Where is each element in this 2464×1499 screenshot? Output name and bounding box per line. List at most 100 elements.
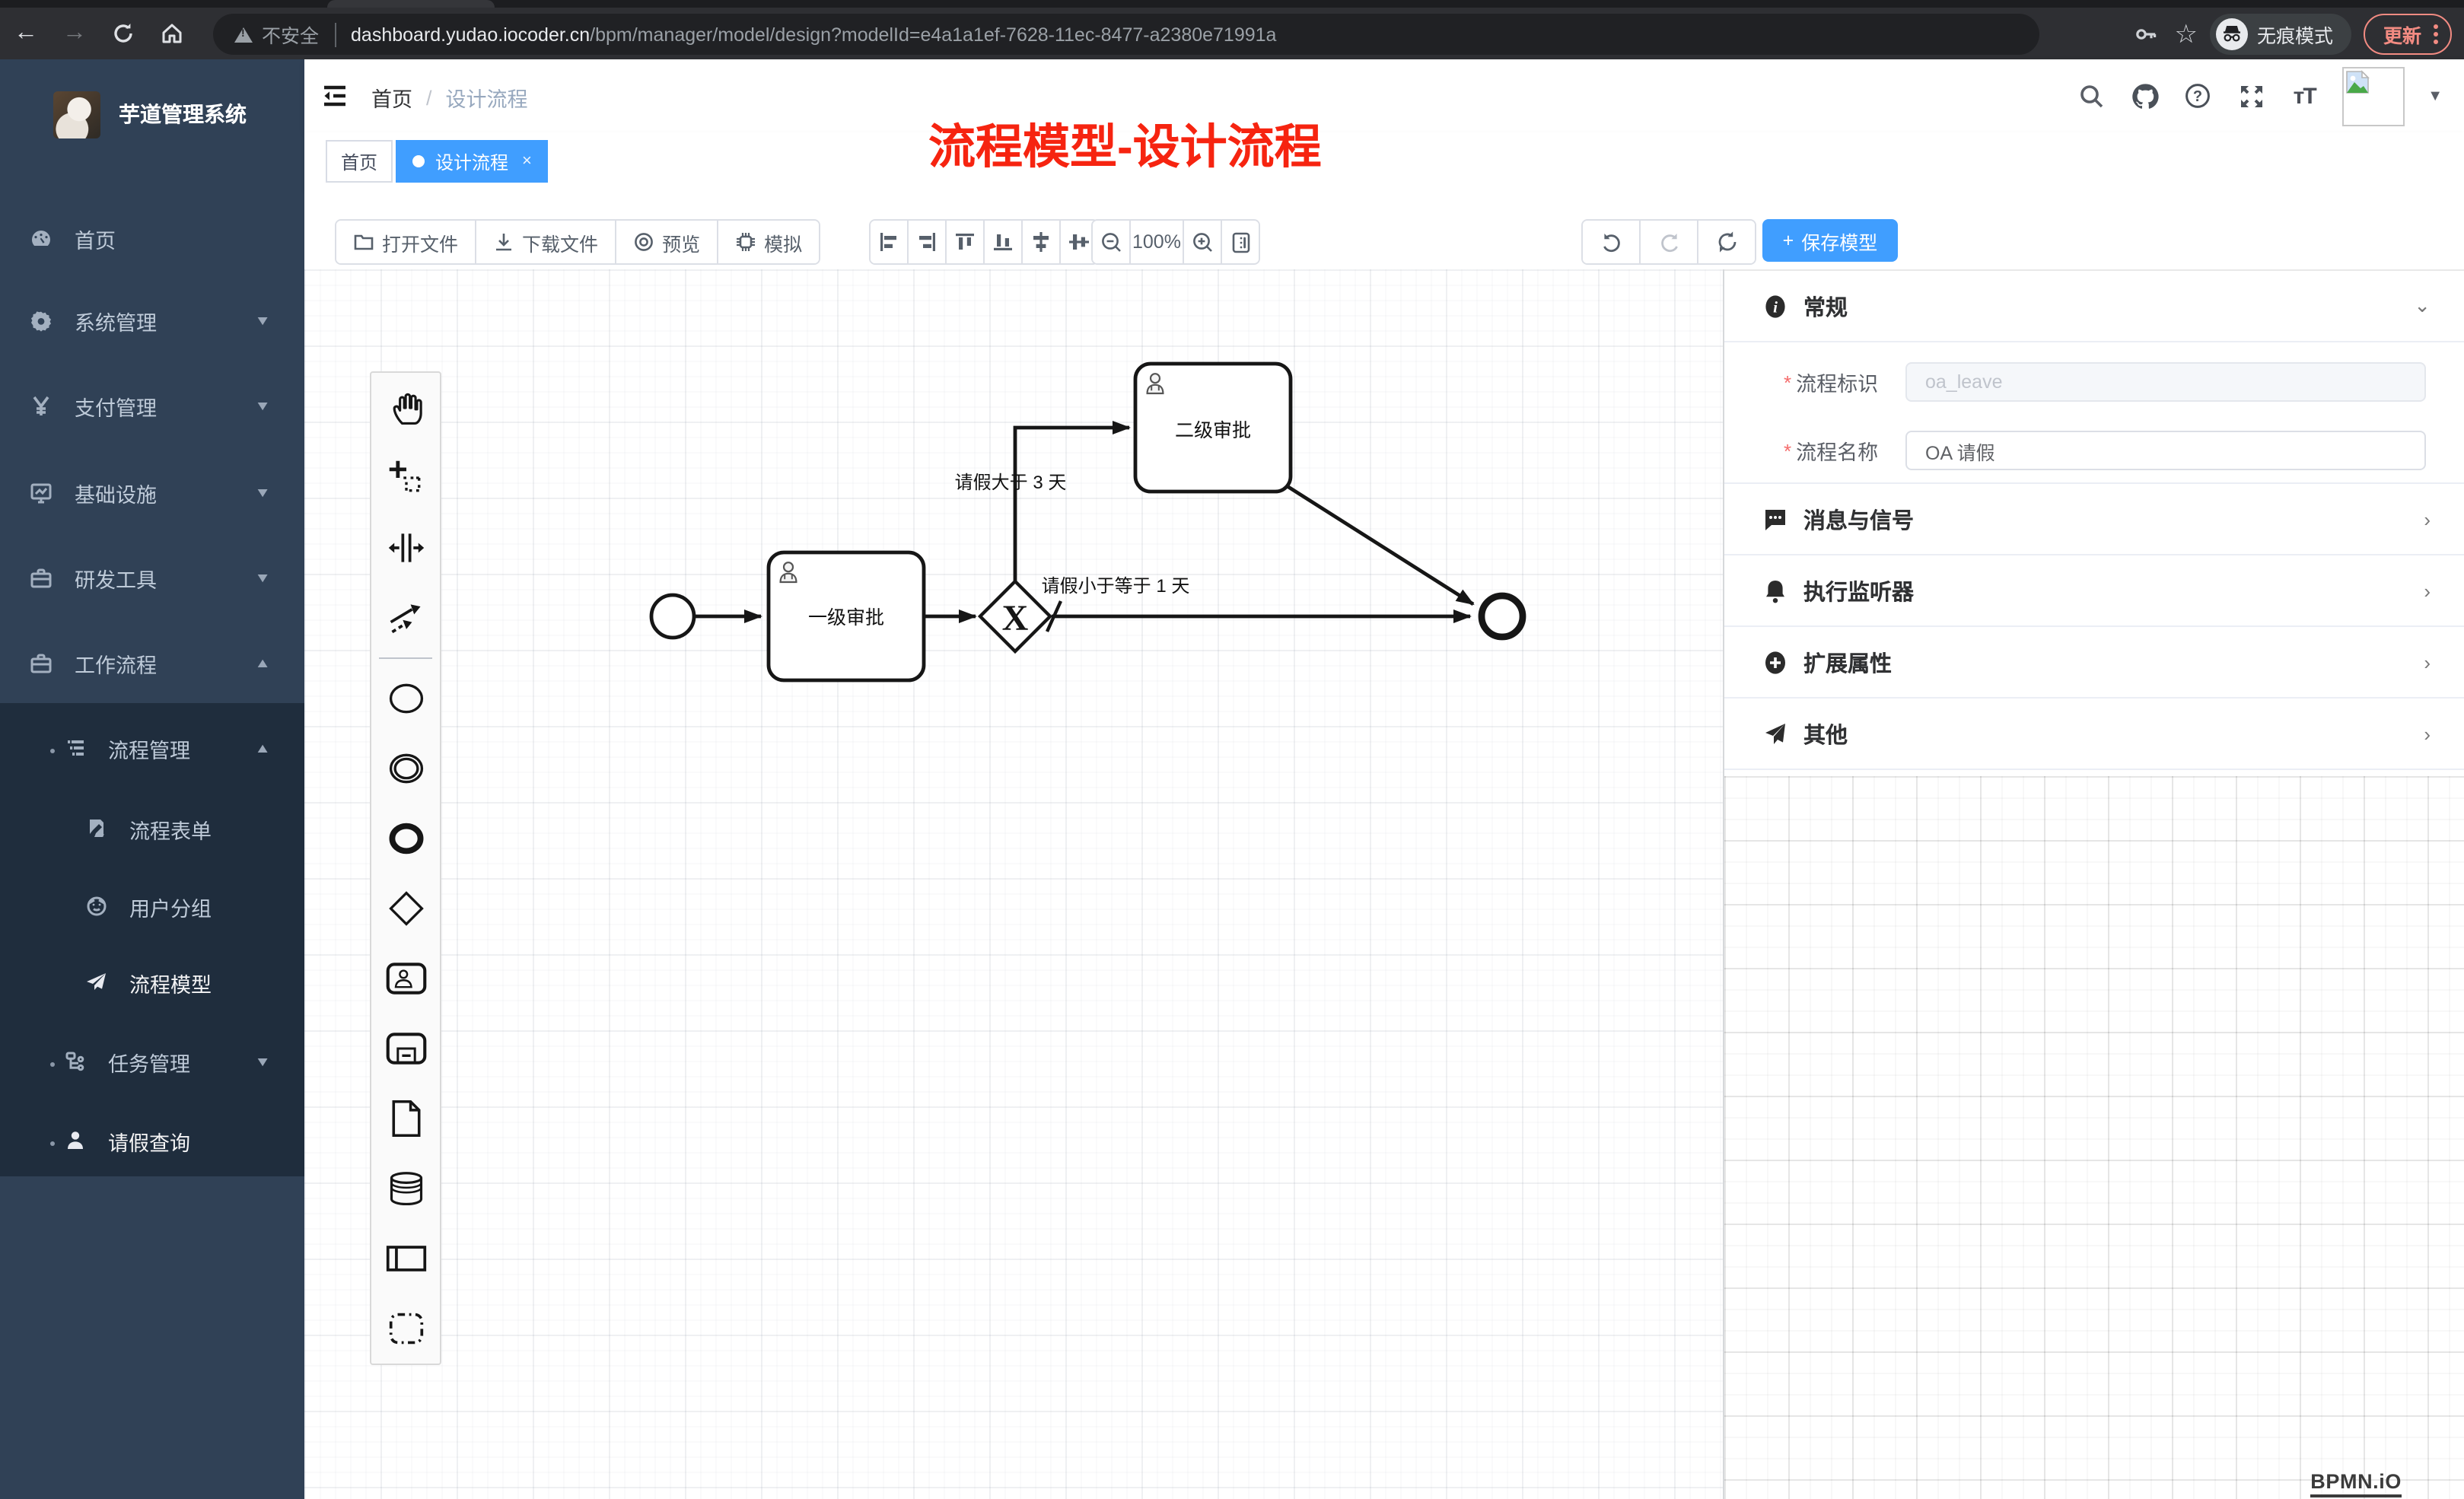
- avatar[interactable]: [2342, 66, 2405, 126]
- group-icon[interactable]: [371, 1294, 440, 1364]
- section-extended-attributes[interactable]: 扩展属性 ›: [1724, 627, 2464, 699]
- navbar-actions: ? тT ▼: [2076, 59, 2443, 132]
- bpmn-io-watermark[interactable]: BPMN.iO: [2310, 1470, 2402, 1497]
- flow-gateway-to-task2[interactable]: [1015, 428, 1129, 583]
- zoom-reset-icon[interactable]: [1222, 221, 1259, 263]
- data-store-icon[interactable]: [371, 1154, 440, 1224]
- sidebar-item-process-mgmt[interactable]: 流程管理 ▲: [0, 706, 304, 790]
- app-logo-row[interactable]: 芋道管理系统: [0, 72, 304, 157]
- process-name-row: * 流程名称 OA 请假: [1724, 431, 2464, 470]
- zoom-in-icon[interactable]: [1184, 221, 1222, 263]
- sidebar-item-process-form[interactable]: 流程表单: [0, 787, 304, 870]
- sidebar-item-user-group[interactable]: 用户分组: [0, 864, 304, 948]
- task-first-approval[interactable]: 一级审批: [769, 552, 924, 680]
- participant-pool-icon[interactable]: [371, 1224, 440, 1294]
- fullscreen-icon[interactable]: [2236, 81, 2266, 111]
- simulate-button[interactable]: 模拟: [718, 221, 819, 263]
- bpmn-diagram: 一级审批 X 二级审批 请假大于 3 天 请假小于等于 1 天: [304, 269, 1723, 1499]
- password-key-icon[interactable]: [2131, 19, 2162, 49]
- forward-icon[interactable]: →: [52, 14, 97, 53]
- browser-menu-icon[interactable]: [2434, 24, 2438, 44]
- data-object-icon[interactable]: [371, 1084, 440, 1154]
- search-icon[interactable]: [2076, 81, 2106, 111]
- paper-plane-icon: [84, 970, 108, 995]
- help-icon[interactable]: ?: [2182, 81, 2213, 111]
- gateway-icon[interactable]: [371, 874, 440, 944]
- sidebar-item-process-model[interactable]: 流程模型: [0, 940, 304, 1024]
- home-icon[interactable]: [149, 14, 195, 53]
- end-event-icon[interactable]: [371, 804, 440, 874]
- space-tool-icon[interactable]: [371, 513, 440, 583]
- security-warning-icon[interactable]: [234, 27, 253, 42]
- update-button[interactable]: 更新: [2364, 14, 2452, 55]
- section-execution-listener[interactable]: 执行监听器 ›: [1724, 555, 2464, 627]
- process-key-input[interactable]: oa_leave: [1905, 362, 2426, 402]
- user-task-icon[interactable]: [371, 944, 440, 1014]
- align-top-icon[interactable]: [947, 221, 985, 263]
- gateway-x-label: X: [1002, 598, 1029, 638]
- flow-task2-to-end[interactable]: [1286, 485, 1473, 604]
- incognito-label: 无痕模式: [2257, 20, 2333, 49]
- zoom-level[interactable]: 100%: [1131, 221, 1184, 263]
- align-right-icon[interactable]: [909, 221, 947, 263]
- font-size-icon[interactable]: тT: [2289, 81, 2319, 111]
- align-bottom-icon[interactable]: [985, 221, 1023, 263]
- restart-icon[interactable]: [1698, 221, 1755, 263]
- exclusive-gateway[interactable]: X: [980, 581, 1050, 651]
- sidebar-item-devtools[interactable]: 研发工具 ▼: [0, 536, 304, 619]
- section-other[interactable]: 其他 ›: [1724, 699, 2464, 770]
- close-tab-icon[interactable]: ×: [522, 152, 532, 170]
- sidebar-item-label: 研发工具: [75, 562, 157, 593]
- section-title: 消息与信号: [1803, 503, 1914, 535]
- back-icon[interactable]: ←: [3, 14, 49, 53]
- section-general[interactable]: i 常规 ⌄: [1724, 271, 2464, 342]
- breadcrumb-home[interactable]: 首页: [371, 82, 412, 113]
- bell-icon: [1762, 578, 1788, 603]
- zoom-out-icon[interactable]: [1093, 221, 1131, 263]
- security-label[interactable]: 不安全: [262, 20, 319, 49]
- github-icon[interactable]: [2129, 81, 2160, 111]
- tab-home[interactable]: 首页: [326, 140, 393, 183]
- collapse-sidebar-icon[interactable]: [320, 81, 350, 111]
- chevron-right-icon[interactable]: ›: [2424, 651, 2431, 673]
- task-second-approval[interactable]: 二级审批: [1135, 364, 1291, 492]
- avatar-caret-icon[interactable]: ▼: [2427, 88, 2443, 104]
- sidebar-item-workflow[interactable]: 工作流程 ▲: [0, 621, 304, 705]
- section-message-signal[interactable]: 消息与信号 ›: [1724, 484, 2464, 555]
- subprocess-icon[interactable]: [371, 1014, 440, 1084]
- intermediate-event-icon[interactable]: [371, 734, 440, 804]
- chevron-right-icon[interactable]: ›: [2424, 722, 2431, 745]
- save-model-button[interactable]: + 保存模型: [1762, 219, 1898, 262]
- download-file-button[interactable]: 下载文件: [476, 221, 616, 263]
- sidebar-item-payment[interactable]: 支付管理 ▼: [0, 364, 304, 447]
- lasso-tool-icon[interactable]: [371, 443, 440, 513]
- global-connect-tool-icon[interactable]: [371, 583, 440, 653]
- sidebar-item-system[interactable]: 系统管理 ▼: [0, 278, 304, 362]
- align-center-horizontal-icon[interactable]: [1023, 221, 1061, 263]
- tab-design-process[interactable]: 设计流程 ×: [396, 140, 549, 183]
- end-event[interactable]: [1482, 596, 1523, 637]
- start-event-icon[interactable]: [371, 664, 440, 734]
- undo-icon[interactable]: [1583, 221, 1641, 263]
- bookmark-star-icon[interactable]: ☆: [2174, 19, 2198, 49]
- chevron-right-icon[interactable]: ›: [2424, 579, 2431, 602]
- process-key-row: * 流程标识 oa_leave: [1724, 362, 2464, 402]
- chevron-right-icon[interactable]: ›: [2424, 508, 2431, 530]
- sidebar-item-home[interactable]: 首页: [0, 196, 304, 280]
- sidebar-item-leave-query[interactable]: 请假查询: [0, 1099, 304, 1182]
- bpmn-canvas[interactable]: 一级审批 X 二级审批 请假大于 3 天 请假小于等于 1 天: [304, 269, 1723, 1499]
- chevron-down-icon[interactable]: ⌄: [2414, 294, 2431, 318]
- open-file-button[interactable]: 打开文件: [336, 221, 476, 263]
- sidebar-item-infra[interactable]: 基础设施 ▼: [0, 450, 304, 534]
- preview-button[interactable]: 预览: [616, 221, 718, 263]
- sidebar-item-task-mgmt[interactable]: 任务管理 ▼: [0, 1020, 304, 1103]
- align-left-icon[interactable]: [871, 221, 909, 263]
- process-name-input[interactable]: OA 请假: [1905, 431, 2426, 470]
- reload-icon[interactable]: [100, 14, 146, 53]
- browser-active-tab[interactable]: [327, 0, 495, 8]
- address-bar[interactable]: 不安全 dashboard.yudao.iocoder.cn/bpm/manag…: [213, 14, 2039, 55]
- redo-icon[interactable]: [1641, 221, 1698, 263]
- start-event[interactable]: [651, 595, 694, 638]
- hand-tool-icon[interactable]: [371, 373, 440, 443]
- browser-actions: ☆ 无痕模式 更新: [2131, 14, 2452, 55]
